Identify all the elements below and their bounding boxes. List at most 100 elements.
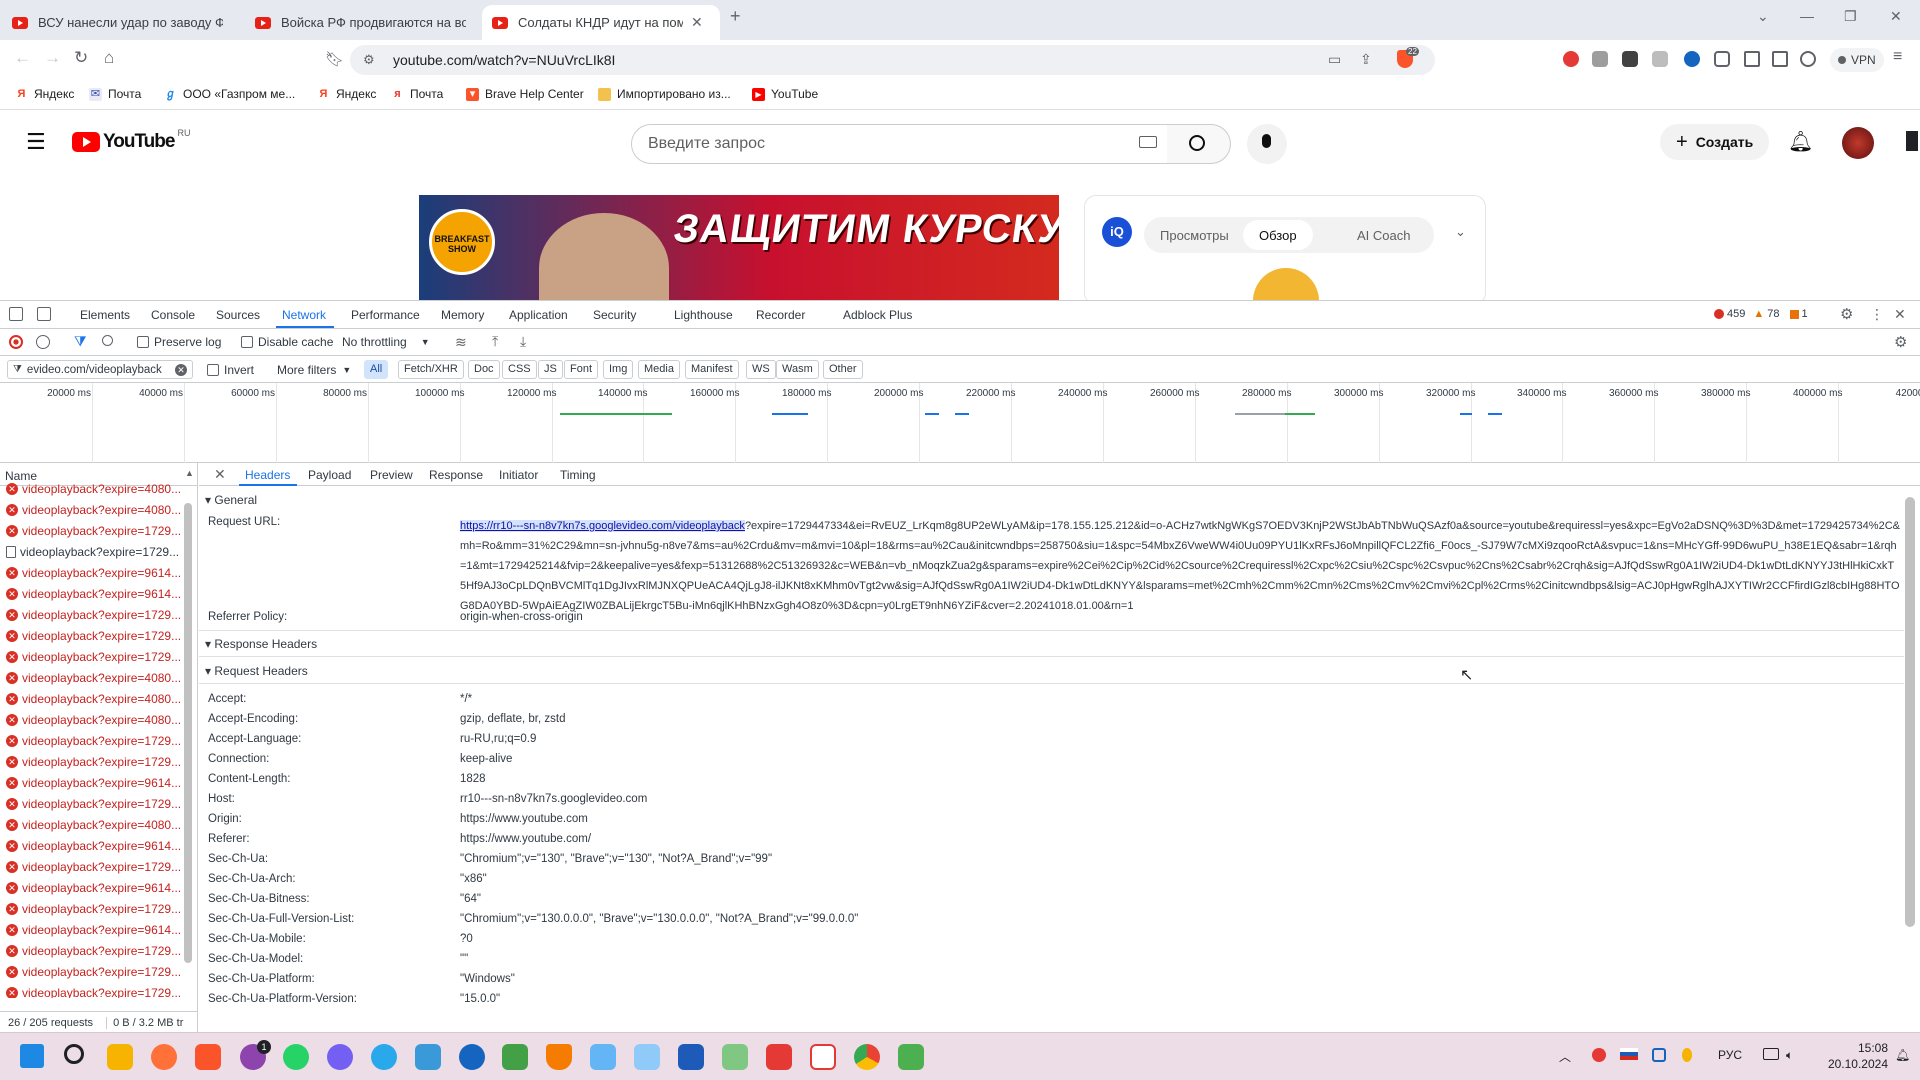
start-windows-icon[interactable] <box>20 1044 44 1068</box>
filter-fetch-xhr[interactable]: Fetch/XHR <box>398 360 464 379</box>
share-icon[interactable]: ⇪ <box>1360 51 1372 68</box>
video-extension-icon[interactable] <box>1622 51 1638 67</box>
sidebar-icon[interactable] <box>1744 51 1760 67</box>
request-row[interactable]: ✕ videoplayback?expire=9614... <box>0 583 197 604</box>
close-details-icon[interactable]: ✕ <box>214 466 226 483</box>
issue-counters[interactable]: 459 ▲ 78 1 <box>1714 308 1808 320</box>
request-row[interactable]: ✕ videoplayback?expire=1729... <box>0 940 197 961</box>
input-language[interactable]: РУС <box>1718 1048 1742 1062</box>
browser-tab-active[interactable]: Солдаты КНДР идут на помощ ✕ <box>482 5 720 40</box>
leo-ai-icon[interactable] <box>1800 51 1816 67</box>
notifications-icon[interactable]: 🔔︎ <box>1895 1048 1910 1062</box>
invert-checkbox[interactable]: Invert <box>207 363 254 377</box>
devtools-tab-console[interactable]: Console <box>151 308 195 322</box>
filter-doc[interactable]: Doc <box>468 360 500 379</box>
bookmark-item[interactable]: ▾ Brave Help Center <box>466 87 584 101</box>
rocket-extension-icon[interactable] <box>1652 51 1668 67</box>
request-row[interactable]: ✕ videoplayback?expire=1729... <box>0 856 197 877</box>
request-row[interactable]: ✕ videoplayback?expire=9614... <box>0 877 197 898</box>
settings-gear-icon[interactable]: ⚙ <box>1840 305 1853 323</box>
tray-overflow-icon[interactable]: ︿ <box>1559 1048 1571 1065</box>
devtools-tab-application[interactable]: Application <box>509 308 568 322</box>
filter-ws[interactable]: WS <box>746 360 776 379</box>
restore-icon[interactable]: ❐ <box>1844 8 1857 25</box>
search-button[interactable] <box>1167 124 1231 164</box>
notifications-bell-icon[interactable]: 🔔︎ <box>1788 129 1813 154</box>
vlc-icon[interactable] <box>546 1044 572 1070</box>
filter-css[interactable]: CSS <box>502 360 537 379</box>
tab-preview[interactable]: Preview <box>370 468 413 482</box>
browser-tab-1[interactable]: ВСУ нанесли удар по заводу ФАБс <box>2 5 245 40</box>
inspect-element-icon[interactable] <box>9 307 23 321</box>
app-icon[interactable] <box>766 1044 792 1070</box>
clock[interactable]: 15:08 20.10.2024 <box>1808 1040 1888 1072</box>
request-row[interactable]: ✕ videoplayback?expire=1729... <box>0 898 197 919</box>
response-headers-section-header[interactable]: ▾ Response Headers <box>205 637 317 651</box>
devtools-tab-recorder[interactable]: Recorder <box>756 308 805 322</box>
devtools-tab-sources[interactable]: Sources <box>216 308 260 322</box>
filter-font[interactable]: Font <box>564 360 599 379</box>
clear-icon[interactable] <box>36 335 50 349</box>
russian-flag-icon[interactable] <box>1620 1048 1638 1060</box>
filter-js[interactable]: JS <box>538 360 563 379</box>
voice-search-button[interactable] <box>1247 124 1287 164</box>
tab-response[interactable]: Response <box>429 468 483 482</box>
create-button[interactable]: + Создать <box>1660 124 1770 160</box>
device-toolbar-icon[interactable] <box>37 307 51 321</box>
devtools-tab-performance[interactable]: Performance <box>351 308 420 322</box>
site-info-icon[interactable]: ⚙ <box>363 52 375 68</box>
file-explorer-icon[interactable] <box>107 1044 133 1070</box>
youtube-logo[interactable]: YouTube RU <box>72 128 190 153</box>
adblock-extension-icon[interactable] <box>1563 51 1579 67</box>
tab-timing[interactable]: Timing <box>560 468 596 482</box>
hamburger-menu-icon[interactable]: ☰ <box>26 129 46 155</box>
filter-media[interactable]: Media <box>638 360 680 379</box>
request-row[interactable]: ✕ videoplayback?expire=1729... <box>0 961 197 982</box>
chrome-icon[interactable] <box>854 1044 880 1070</box>
filter-all[interactable]: All <box>364 360 389 379</box>
filter-other[interactable]: Other <box>823 360 863 379</box>
search-icon[interactable] <box>102 335 113 346</box>
export-har-icon[interactable]: ⤓ <box>520 333 526 350</box>
request-row[interactable]: ✕ videoplayback?expire=4080... <box>0 688 197 709</box>
keyboard-icon[interactable] <box>1139 136 1157 148</box>
request-headers-section-header[interactable]: ▾ Request Headers <box>205 664 308 678</box>
request-row[interactable]: ✕ videoplayback?expire=9614... <box>0 562 197 583</box>
bookmark-item[interactable]: я Почта <box>391 87 443 101</box>
request-row[interactable]: ✕ videoplayback?expire=1729... <box>0 520 197 541</box>
home-icon[interactable]: ⌂ <box>104 48 114 68</box>
throttling-select[interactable]: No throttling ▼ <box>342 335 430 349</box>
bookmark-item[interactable]: ▶ YouTube <box>752 87 818 101</box>
firefox-icon[interactable] <box>151 1044 177 1070</box>
avatar[interactable] <box>1842 127 1874 159</box>
request-row[interactable]: ✕ videoplayback?expire=1729... <box>0 982 197 998</box>
tray-app-icon[interactable] <box>1592 1048 1606 1062</box>
filter-wasm[interactable]: Wasm <box>776 360 819 379</box>
chevron-down-icon[interactable]: ⌄ <box>1455 224 1466 240</box>
app-icon[interactable] <box>502 1044 528 1070</box>
record-icon[interactable] <box>9 335 23 349</box>
address-bar[interactable]: ⚙ youtube.com/watch?v=NUuVrcLIk8I ▭ ⇪ 22 <box>350 45 1435 75</box>
tab-overview[interactable]: Обзор <box>1243 220 1313 250</box>
bookmark-item[interactable]: ✉ Почта <box>89 87 141 101</box>
request-list-scrollbar[interactable] <box>184 503 192 963</box>
page-scrollbar[interactable] <box>1906 131 1918 151</box>
tab-initiator[interactable]: Initiator <box>499 468 538 482</box>
request-row[interactable]: ✕ videoplayback?expire=1729... <box>0 604 197 625</box>
video-thumbnail[interactable]: BREAKFAST SHOW ЗАЩИТИМ КУРСКУЮ ОБЛАСТЬ! <box>419 195 1059 300</box>
filter-input[interactable]: ⧩ evideo.com/videoplayback ✕ <box>7 360 193 379</box>
search-input[interactable]: Введите запрос <box>631 124 1168 164</box>
close-window-icon[interactable]: ✕ <box>1890 8 1902 25</box>
disable-cache-checkbox[interactable]: Disable cache <box>241 335 333 349</box>
volume-icon[interactable]: 🔈︎ <box>1786 1048 1793 1063</box>
tray-app-icon[interactable] <box>1682 1048 1692 1062</box>
request-row[interactable]: ✕ videoplayback?expire=4080... <box>0 499 197 520</box>
devtools-tab-elements[interactable]: Elements <box>80 308 130 322</box>
request-row[interactable]: ✕ videoplayback?expire=9614... <box>0 772 197 793</box>
request-row[interactable]: ✕ videoplayback?expire=1729... <box>0 646 197 667</box>
devtools-tab-lighthouse[interactable]: Lighthouse <box>674 308 733 322</box>
yandex-browser-icon[interactable] <box>810 1044 836 1070</box>
request-row[interactable]: ✕ videoplayback?expire=1729... <box>0 625 197 646</box>
vpn-button[interactable]: VPN <box>1830 48 1884 72</box>
devtools-tab-memory[interactable]: Memory <box>441 308 484 322</box>
